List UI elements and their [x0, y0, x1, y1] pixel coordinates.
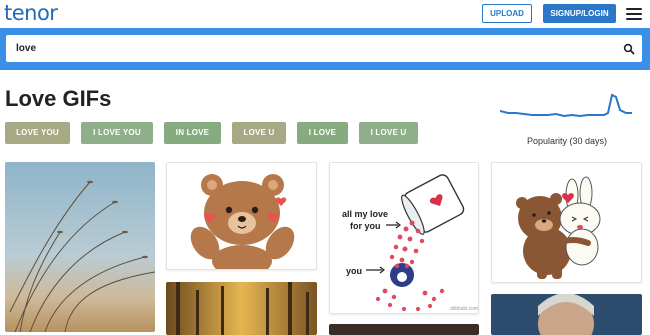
gif-watermark: ddidiubi.com	[450, 306, 478, 312]
search-icon[interactable]	[623, 43, 635, 55]
hamburger-menu-icon[interactable]	[626, 8, 642, 20]
search-box	[6, 35, 642, 62]
gif-text-you: you	[346, 266, 362, 276]
gif-person-photo[interactable]	[491, 294, 642, 335]
gif-all-my-love[interactable]: all my love for you you ddidiubi.com	[329, 162, 479, 314]
popularity-label: Popularity (30 days)	[526, 136, 608, 146]
tenor-logo[interactable]: tenor	[4, 1, 58, 25]
gif-sunset-forest[interactable]	[166, 282, 317, 335]
tag-i-love-you[interactable]: I LOVE YOU	[81, 122, 153, 144]
tag-love-you[interactable]: LOVE YOU	[5, 122, 70, 144]
gif-bear-hearts[interactable]	[166, 162, 317, 270]
page-title: Love GIFs	[5, 86, 112, 111]
top-bar: tenor UPLOAD SIGNUP/LOGIN	[0, 0, 650, 28]
signup-login-button[interactable]: SIGNUP/LOGIN	[543, 4, 616, 23]
gif-text-all-my-love: all my love	[342, 209, 388, 219]
popularity-chart	[500, 93, 632, 118]
search-bar	[0, 28, 650, 70]
tag-love-u[interactable]: LOVE U	[232, 122, 286, 144]
tag-in-love[interactable]: IN LOVE	[164, 122, 221, 144]
gif-dark-photo[interactable]	[329, 324, 479, 335]
tag-i-love-u[interactable]: I LOVE U	[359, 122, 418, 144]
gif-brown-cony-hug[interactable]	[491, 162, 642, 283]
gif-grass-sky[interactable]	[5, 162, 155, 332]
popularity-line	[500, 93, 632, 118]
search-input[interactable]	[16, 41, 596, 56]
tag-i-love[interactable]: I LOVE	[297, 122, 348, 144]
gif-text-for-you: for you	[350, 221, 381, 231]
upload-button[interactable]: UPLOAD	[482, 4, 532, 23]
